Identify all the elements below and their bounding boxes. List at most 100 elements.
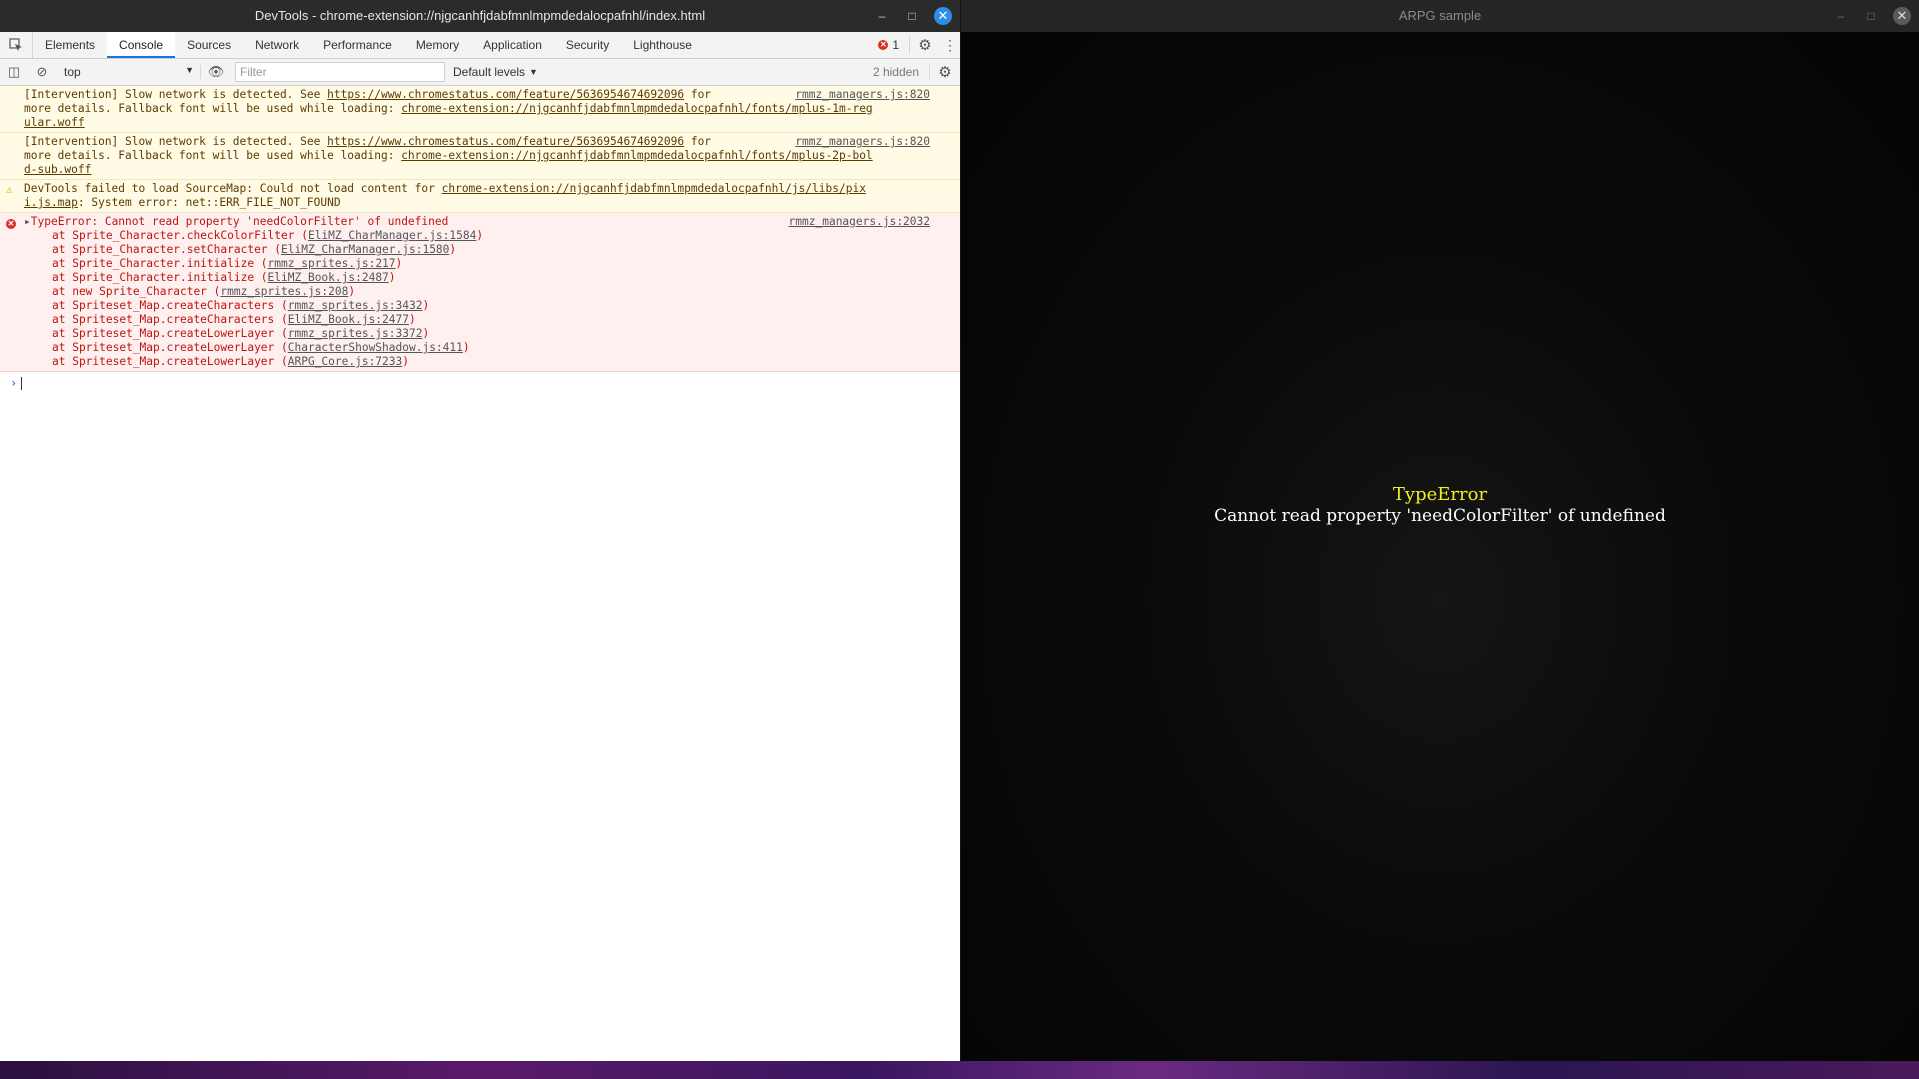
close-icon[interactable]: ✕ xyxy=(1893,7,1911,25)
console-link[interactable]: d-sub.woff xyxy=(24,163,91,176)
minimize-icon[interactable]: – xyxy=(874,8,890,24)
error-count-badge[interactable]: ✕ 1 xyxy=(868,36,910,54)
tab-application[interactable]: Application xyxy=(471,32,554,58)
console-text: ) xyxy=(348,285,356,298)
console-text: ) xyxy=(449,243,457,256)
console-text: [Intervention] Slow network is detected.… xyxy=(24,88,328,101)
console-error-message: ✕ ▸TypeError: Cannot read property 'needC… xyxy=(0,213,960,372)
console-text: ) xyxy=(395,257,403,270)
console-text: ) xyxy=(388,271,396,284)
console-link[interactable]: https://www.chromestatus.com/feature/563… xyxy=(327,88,684,101)
tabbar-right: ✕ 1 ⚙ ⋮ xyxy=(868,32,960,58)
console-link[interactable]: rmmz_sprites.js:208 xyxy=(220,285,348,298)
maximize-icon[interactable]: □ xyxy=(1863,8,1879,24)
error-icon: ✕ xyxy=(6,219,16,229)
minimize-icon[interactable]: – xyxy=(1833,8,1849,24)
console-link[interactable]: EliMZ_CharManager.js:1580 xyxy=(281,243,449,256)
console-link[interactable]: chrome-extension://njgcanhfjdabfmnlmpmde… xyxy=(442,182,866,195)
tab-lighthouse[interactable]: Lighthouse xyxy=(621,32,704,58)
devtools-window-title: DevTools - chrome-extension://njgcanhfjd… xyxy=(254,8,706,23)
stack-frame: at new Sprite_Character (rmmz_sprites.js… xyxy=(24,285,930,299)
console-text: at Sprite_Character.checkColorFilter ( xyxy=(52,229,308,242)
message-source-link[interactable]: rmmz_managers.js:820 xyxy=(795,135,930,149)
stack-frame: at Spriteset_Map.createLowerLayer (ARPG_… xyxy=(24,355,930,369)
console-link[interactable]: rmmz_sprites.js:3432 xyxy=(288,299,423,312)
live-expression-eye-icon[interactable]: 👁 xyxy=(201,64,231,80)
error-count: 1 xyxy=(892,38,899,52)
console-link[interactable]: EliMZ_CharManager.js:1584 xyxy=(308,229,476,242)
warning-icon: ⚠ xyxy=(6,183,13,196)
console-text: ) xyxy=(402,355,410,368)
console-text: at Spriteset_Map.createCharacters ( xyxy=(52,299,288,312)
console-link[interactable]: ARPG_Core.js:7233 xyxy=(288,355,403,368)
console-text: at Sprite_Character.initialize ( xyxy=(52,271,268,284)
console-text: at Sprite_Character.setCharacter ( xyxy=(52,243,282,256)
sidebar-toggle-icon[interactable]: ◫ xyxy=(0,64,28,80)
context-selector[interactable]: top ▼ xyxy=(56,65,201,79)
expand-triangle-icon[interactable]: ▸ xyxy=(24,215,31,228)
tab-elements[interactable]: Elements xyxy=(33,32,107,58)
filter-input[interactable] xyxy=(235,62,445,82)
hidden-messages-count: 2 hidden xyxy=(863,65,930,79)
console-warning-message: [Intervention] Slow network is detected.… xyxy=(0,133,960,180)
message-source-link[interactable]: rmmz_managers.js:820 xyxy=(795,88,930,102)
message-line: i.js.map: System error: net::ERR_FILE_NO… xyxy=(24,196,930,210)
maximize-icon[interactable]: □ xyxy=(904,8,920,24)
clear-console-icon[interactable]: ⊘ xyxy=(28,64,56,80)
tab-performance[interactable]: Performance xyxy=(311,32,404,58)
console-link[interactable]: EliMZ_Book.js:2487 xyxy=(268,271,389,284)
devtools-titlebar: DevTools - chrome-extension://njgcanhfjd… xyxy=(0,0,960,32)
tab-network[interactable]: Network xyxy=(243,32,311,58)
game-window: ARPG sample – □ ✕ TypeError Cannot read … xyxy=(961,0,1919,1061)
message-line: more details. Fallback font will be used… xyxy=(24,149,930,163)
stack-frame: at Sprite_Character.setCharacter (EliMZ_… xyxy=(24,243,930,257)
console-link[interactable]: EliMZ_Book.js:2477 xyxy=(288,313,409,326)
console-link[interactable]: chrome-extension://njgcanhfjdabfmnlmpmde… xyxy=(401,149,872,162)
message-line: DevTools failed to load SourceMap: Could… xyxy=(24,182,930,196)
game-window-title: ARPG sample xyxy=(1398,8,1482,23)
game-canvas[interactable]: TypeError Cannot read property 'needColo… xyxy=(961,32,1919,1061)
devtools-tabs: Elements Console Sources Network Performance… xyxy=(33,32,704,58)
console-text: at Spriteset_Map.createLowerLayer ( xyxy=(52,327,288,340)
desktop-background xyxy=(0,1061,1919,1079)
tab-sources[interactable]: Sources xyxy=(175,32,243,58)
console-text: at Sprite_Character.initialize ( xyxy=(52,257,268,270)
console-link[interactable]: chrome-extension://njgcanhfjdabfmnlmpmde… xyxy=(401,102,872,115)
console-text: : System error: net::ERR_FILE_NOT_FOUND xyxy=(77,196,341,209)
console-prompt[interactable]: › xyxy=(0,372,960,394)
stack-frame: at Spriteset_Map.createCharacters (EliMZ… xyxy=(24,313,930,327)
message-line: [Intervention] Slow network is detected.… xyxy=(24,88,930,102)
tab-console[interactable]: Console xyxy=(107,32,176,58)
console-text: ) xyxy=(409,313,416,326)
stack-frame: at Spriteset_Map.createLowerLayer (Chara… xyxy=(24,341,930,355)
error-headline-text: TypeError: Cannot read property 'needCol… xyxy=(30,215,449,228)
dropdown-arrow-icon: ▼ xyxy=(185,65,194,75)
console-text: ) xyxy=(422,327,430,340)
error-source-link[interactable]: rmmz_managers.js:2032 xyxy=(789,215,930,229)
inspect-element-icon[interactable] xyxy=(0,32,33,58)
console-link[interactable]: CharacterShowShadow.js:411 xyxy=(288,341,463,354)
console-link[interactable]: ular.woff xyxy=(24,116,85,129)
message-line: d-sub.woff xyxy=(24,163,930,177)
console-text: ) xyxy=(422,299,430,312)
tab-memory[interactable]: Memory xyxy=(404,32,471,58)
stack-frame: at Sprite_Character.initialize (rmmz_spr… xyxy=(24,257,930,271)
more-options-icon[interactable]: ⋮ xyxy=(940,37,960,54)
error-icon: ✕ xyxy=(878,40,889,50)
log-levels-label: Default levels xyxy=(453,65,526,79)
settings-gear-icon[interactable]: ⚙ xyxy=(910,36,940,54)
text-caret xyxy=(21,377,23,390)
stack-frame: at Sprite_Character.initialize (EliMZ_Bo… xyxy=(24,271,930,285)
console-link[interactable]: rmmz_sprites.js:3372 xyxy=(288,327,423,340)
stack-frame: at Spriteset_Map.createCharacters (rmmz_… xyxy=(24,299,930,313)
log-levels-dropdown[interactable]: Default levels ▼ xyxy=(453,65,538,79)
devtools-window: DevTools - chrome-extension://njgcanhfjd… xyxy=(0,0,960,1061)
console-link[interactable]: https://www.chromestatus.com/feature/563… xyxy=(327,135,684,148)
tab-security[interactable]: Security xyxy=(554,32,621,58)
console-settings-gear-icon[interactable]: ⚙ xyxy=(930,63,960,81)
console-link[interactable]: i.js.map xyxy=(24,196,78,209)
close-icon[interactable]: ✕ xyxy=(934,7,952,25)
message-line: [Intervention] Slow network is detected.… xyxy=(24,135,930,149)
console-toolbar: ◫ ⊘ top ▼ 👁 Default levels ▼ 2 hidden ⚙ xyxy=(0,59,960,86)
console-link[interactable]: rmmz_sprites.js:217 xyxy=(268,257,396,270)
